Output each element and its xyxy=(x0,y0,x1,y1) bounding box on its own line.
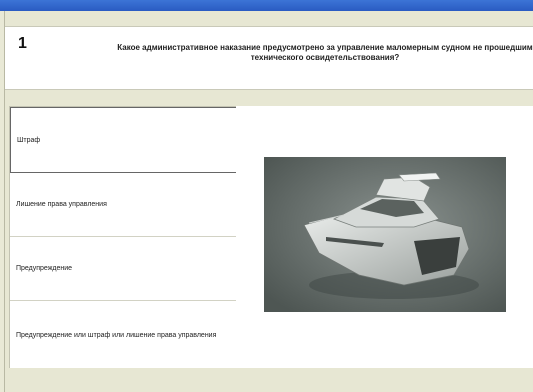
bottom-bar xyxy=(5,368,533,392)
answer-label: Лишение права управления xyxy=(16,201,107,208)
answer-label: Штраф xyxy=(17,136,41,144)
answer-option-3[interactable]: Предупреждение xyxy=(10,237,237,301)
question-text: Какое административное наказание предусм… xyxy=(75,43,533,63)
question-text-line-2: технического освидетельствования? xyxy=(250,53,400,62)
answer-list: Штраф Лишение права управления Предупреж… xyxy=(9,106,238,370)
window-titlebar xyxy=(0,0,533,11)
quiz-window: 1 Какое административное наказание преду… xyxy=(4,11,533,392)
boat-photo xyxy=(264,157,506,312)
question-image-area xyxy=(236,106,533,368)
question-text-line-1: Какое административное наказание предусм… xyxy=(117,43,533,52)
answer-option-1[interactable]: Штраф xyxy=(10,107,237,173)
answer-label: Предупреждение или штраф или лишение пра… xyxy=(16,331,217,339)
question-number: 1 xyxy=(18,35,27,52)
question-panel: 1 Какое административное наказание преду… xyxy=(5,26,533,90)
answer-option-2[interactable]: Лишение права управления xyxy=(10,173,237,237)
answer-option-4[interactable]: Предупреждение или штраф или лишение пра… xyxy=(10,301,237,369)
answer-label: Предупреждение xyxy=(16,265,73,272)
